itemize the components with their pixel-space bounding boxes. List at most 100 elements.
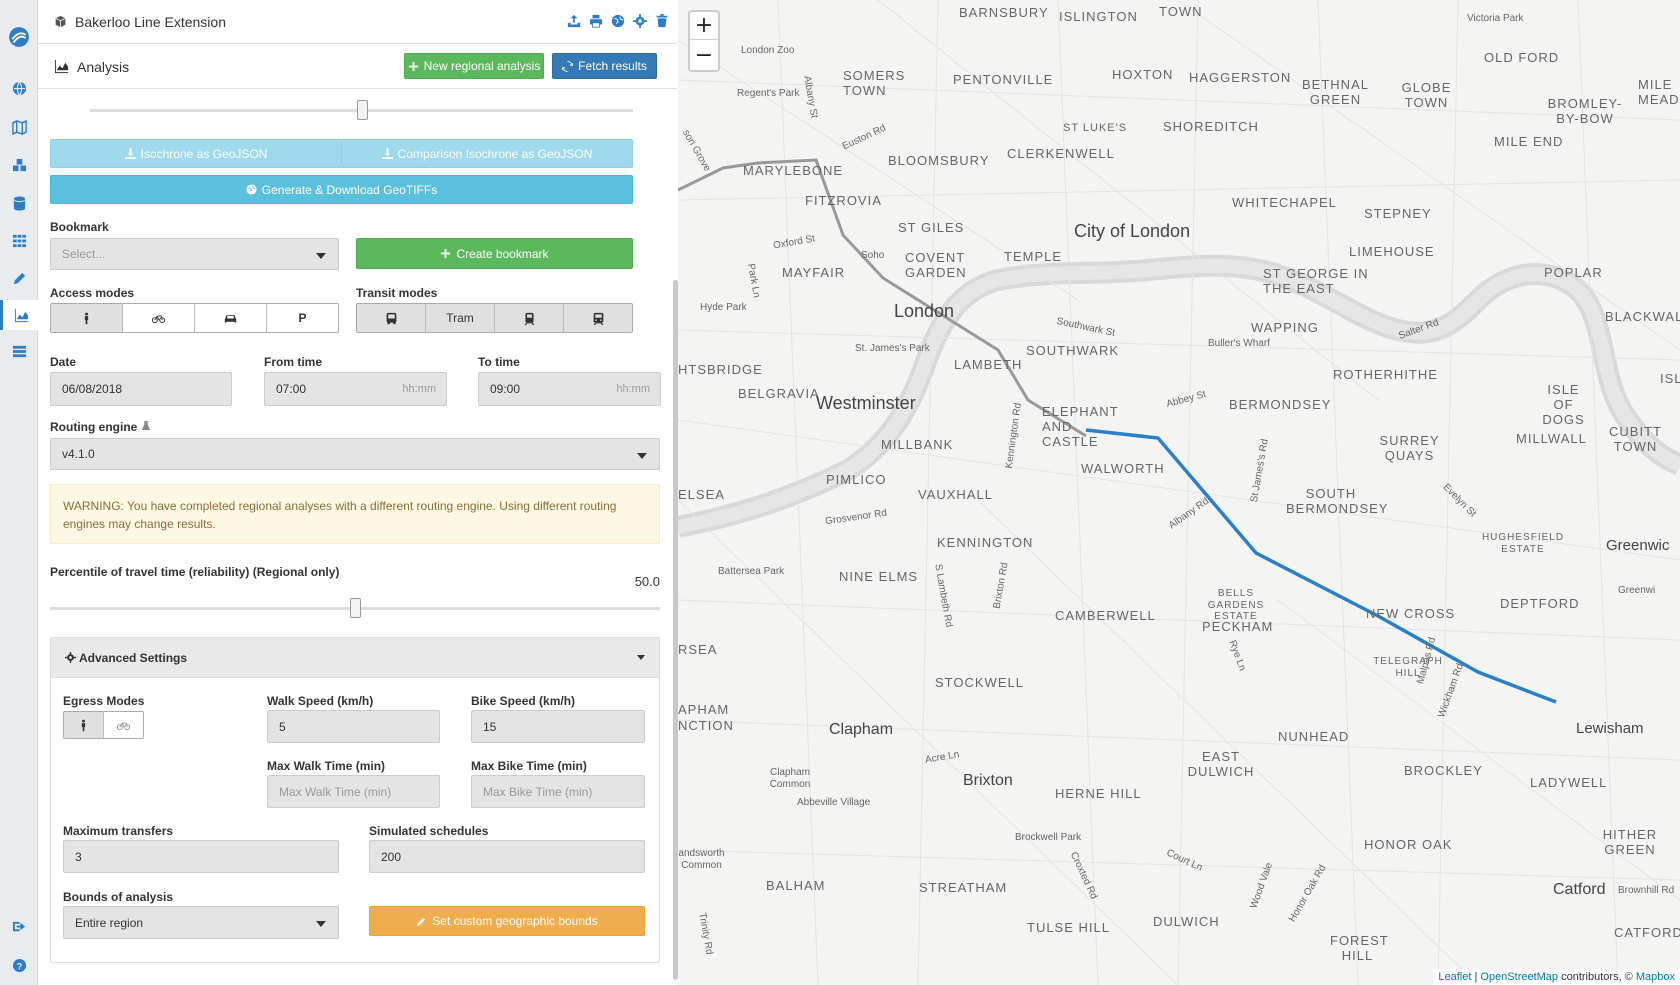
map-label: HAGGERSTON xyxy=(1189,70,1292,85)
bike-speed-input[interactable]: 15 xyxy=(471,710,645,743)
access-car-button[interactable] xyxy=(195,304,267,332)
transit-tram-button[interactable]: Tram xyxy=(426,304,495,332)
transit-modes-group: Tram xyxy=(356,303,633,333)
map-label: NINE ELMS xyxy=(839,569,919,584)
bicycle-icon xyxy=(152,315,165,323)
routing-engine-select[interactable]: v4.1.0 xyxy=(50,438,660,470)
bookmark-select[interactable]: Select... xyxy=(50,238,339,270)
map-label: STOCKWELL xyxy=(935,675,1024,690)
top-slider-handle[interactable] xyxy=(356,100,368,120)
bounds-select[interactable]: Entire region xyxy=(63,906,339,939)
map-label: LAMBETH xyxy=(954,357,1023,372)
max-transfers-input[interactable]: 3 xyxy=(63,840,339,873)
bounds-label: Bounds of analysis xyxy=(63,890,174,904)
map-label: SOMERS TOWN xyxy=(843,68,906,98)
transit-modes-label: Transit modes xyxy=(356,286,438,300)
date-input[interactable]: 06/08/2018 xyxy=(50,372,232,406)
map-label: Greenwic xyxy=(1606,537,1670,554)
globe-header-icon[interactable] xyxy=(611,14,625,28)
gear-icon[interactable] xyxy=(633,14,647,28)
walk-speed-input[interactable]: 5 xyxy=(267,710,440,743)
isochrone-geojson-button[interactable]: Isochrone as GeoJSON xyxy=(50,139,342,168)
database-icon[interactable] xyxy=(0,188,38,218)
map-label: COVENT GARDEN xyxy=(905,250,967,280)
flask-icon xyxy=(141,421,150,431)
plus-icon xyxy=(408,61,418,71)
print-icon[interactable] xyxy=(589,14,603,28)
max-walk-time-input[interactable]: Max Walk Time (min) xyxy=(267,775,440,808)
map-label: EAST DULWICH xyxy=(1187,749,1255,779)
map-label: CATFORD xyxy=(1614,925,1680,940)
mapbox-link[interactable]: Mapbox xyxy=(1636,971,1675,983)
map-label: ELEPHANT AND CASTLE xyxy=(1042,404,1119,449)
percentile-slider-handle[interactable] xyxy=(350,598,361,618)
map-label: BLOOMSBURY xyxy=(888,153,990,168)
to-time-input[interactable]: 09:00 hh:mm xyxy=(478,372,661,406)
map-label: ISLE OF DOGS xyxy=(1542,382,1585,427)
pencil-icon[interactable] xyxy=(0,263,38,293)
cubes-icon[interactable] xyxy=(0,150,38,180)
osm-link[interactable]: OpenStreetMap xyxy=(1480,971,1558,983)
sign-out-icon[interactable] xyxy=(0,911,38,941)
map-label: City of London xyxy=(1074,221,1191,241)
from-time-label: From time xyxy=(264,355,323,369)
new-regional-analysis-button[interactable]: New regional analysis xyxy=(404,53,544,79)
egress-walk-button[interactable] xyxy=(64,712,104,738)
map-label: Regent's Park xyxy=(737,88,800,99)
map-label: FOREST HILL xyxy=(1330,933,1389,963)
globe-icon[interactable] xyxy=(0,73,38,103)
walk-icon xyxy=(81,719,86,731)
access-park-ride-button[interactable]: P xyxy=(267,304,338,332)
map-label: HONOR OAK xyxy=(1364,837,1453,852)
leaflet-link[interactable]: Leaflet xyxy=(1438,971,1471,983)
help-icon[interactable]: ? xyxy=(0,950,38,980)
map-label: TEMPLE xyxy=(1004,249,1063,264)
chevron-down-icon xyxy=(637,655,645,660)
access-walk-button[interactable] xyxy=(51,304,123,332)
map-label: London xyxy=(894,301,955,321)
create-bookmark-button[interactable]: Create bookmark xyxy=(356,238,633,269)
map-label: Lewisham xyxy=(1576,720,1644,737)
max-bike-time-input[interactable]: Max Bike Time (min) xyxy=(471,775,645,808)
app-logo-icon[interactable] xyxy=(0,20,38,54)
map-label: DULWICH xyxy=(1153,914,1220,929)
comparison-isochrone-geojson-button[interactable]: Comparison Isochrone as GeoJSON xyxy=(341,139,633,168)
map-label: PIMLICO xyxy=(826,472,887,487)
map-label: CUBITT TOWN xyxy=(1609,424,1662,454)
simulated-schedules-input[interactable]: 200 xyxy=(369,840,645,873)
grid-icon[interactable] xyxy=(0,225,38,255)
map-label: DEPTFORD xyxy=(1500,596,1580,611)
trash-icon[interactable] xyxy=(655,14,669,28)
subway-icon xyxy=(524,312,534,325)
project-header: Bakerloo Line Extension xyxy=(38,0,677,44)
set-custom-bounds-button[interactable]: Set custom geographic bounds xyxy=(369,906,645,936)
advanced-settings-header[interactable]: Advanced Settings xyxy=(51,638,659,678)
zoom-in-button[interactable]: + xyxy=(688,10,720,40)
transit-bus-button[interactable] xyxy=(357,304,426,332)
map-label: GLOBE TOWN xyxy=(1401,80,1452,110)
map-label: KENNINGTON xyxy=(937,535,1034,550)
transit-subway-button[interactable] xyxy=(495,304,564,332)
globe-icon xyxy=(246,184,257,195)
bus-icon xyxy=(386,312,396,324)
map-label: andsworth Common xyxy=(678,848,725,871)
zoom-out-button[interactable]: − xyxy=(688,40,720,72)
map-view[interactable]: + − BARNSBURY ISLINGTON TOWN Victoria Pa… xyxy=(678,0,1680,985)
transit-rail-button[interactable] xyxy=(564,304,632,332)
map-label: VAUXHALL xyxy=(918,487,993,502)
section-title: Analysis xyxy=(77,58,130,75)
map-label: WHITECHAPEL xyxy=(1232,195,1337,210)
access-bike-button[interactable] xyxy=(123,304,195,332)
generate-geotiffs-button[interactable]: Generate & Download GeoTIFFs xyxy=(50,175,633,204)
upload-icon[interactable] xyxy=(567,14,581,28)
list-icon[interactable] xyxy=(0,336,38,366)
egress-bike-button[interactable] xyxy=(104,712,143,738)
from-time-input[interactable]: 07:00 hh:mm xyxy=(264,372,447,406)
fetch-results-button[interactable]: Fetch results xyxy=(552,53,657,79)
map-label: CAMBERWELL xyxy=(1055,608,1156,623)
map-icon[interactable] xyxy=(0,112,38,142)
map-label: HOXTON xyxy=(1112,67,1174,82)
map-label: BETHNAL GREEN xyxy=(1302,77,1369,107)
analysis-chart-icon[interactable] xyxy=(0,300,39,330)
map-label: SOUTH BERMONDSEY xyxy=(1286,486,1389,516)
